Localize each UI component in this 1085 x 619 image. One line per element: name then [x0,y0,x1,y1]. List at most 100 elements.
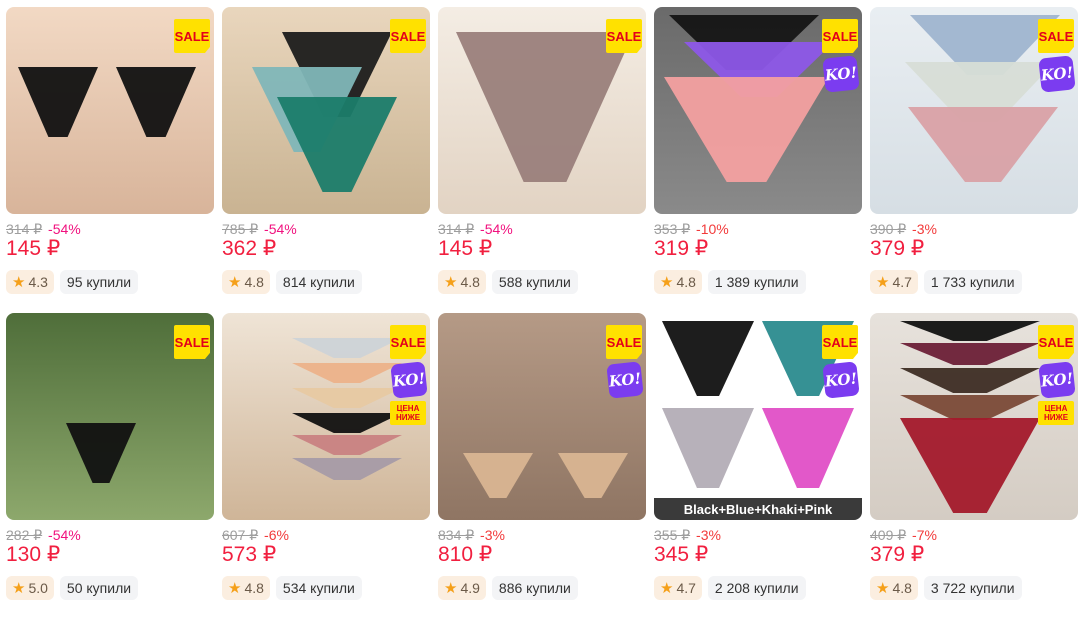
badge-stack: SALE [174,19,210,53]
rating-value: 4.7 [676,580,696,596]
star-icon: ★ [444,580,458,597]
product-card[interactable]: SALE KO! 390 ₽ -3% 379 ₽ ★ 4.7 1 733 купи… [870,7,1078,313]
old-price: 355 ₽ [654,527,691,543]
discount-percent: -3% [696,527,721,543]
rating-value: 4.8 [460,274,480,290]
current-price: 379 ₽ [870,543,925,566]
sale-badge: SALE [1038,325,1074,359]
meta-row: ★ 4.3 95 купили [6,269,214,295]
sale-badge: SALE [822,325,858,359]
sale-badge: SALE [1038,19,1074,53]
discount-percent: -6% [264,527,289,543]
purchases-count: 3 722 купили [923,576,1022,600]
discount-percent: -3% [912,221,937,237]
product-image[interactable]: SALE KO! Black+Blue+Khaki+Pink [654,313,862,520]
current-price: 145 ₽ [6,237,61,260]
discount-percent: -54% [264,221,297,237]
rating-badge: ★ 4.3 [6,270,54,294]
old-price: 390 ₽ [870,221,907,237]
rating-value: 4.8 [244,274,264,290]
product-image[interactable]: SALE KO! ЦЕНА НИЖЕ [222,313,430,520]
star-icon: ★ [660,274,674,291]
badge-stack: SALE KO! ЦЕНА НИЖЕ [1038,325,1076,425]
star-icon: ★ [12,580,26,597]
old-price-row: 314 ₽ -54% [438,221,646,237]
product-image[interactable]: SALE KO! [870,7,1078,214]
purchases-count: 814 купили [275,270,362,294]
purchases-count: 95 купили [59,270,139,294]
product-card[interactable]: SALE KO! 353 ₽ -10% 319 ₽ ★ 4.8 1 389 куп… [654,7,862,313]
product-card[interactable]: SALE KO! ЦЕНА НИЖЕ 607 ₽ -6% 573 ₽ ★ 4.8 5… [222,313,430,619]
product-image[interactable]: SALE [6,313,214,520]
old-price: 409 ₽ [870,527,907,543]
meta-row: ★ 5.0 50 купили [6,575,214,601]
product-image[interactable]: SALE [6,7,214,214]
price-lower-badge: ЦЕНА НИЖЕ [390,401,426,425]
product-image[interactable]: SALE [438,7,646,214]
rating-value: 4.8 [676,274,696,290]
old-price: 314 ₽ [438,221,475,237]
discount-percent: -10% [696,221,729,237]
rating-badge: ★ 5.0 [6,576,54,600]
product-card[interactable]: SALE KO! 834 ₽ -3% 810 ₽ ★ 4.9 886 купили [438,313,646,619]
current-price: 130 ₽ [6,543,61,566]
product-image[interactable]: SALE KO! [654,7,862,214]
rating-badge: ★ 4.8 [870,576,918,600]
meta-row: ★ 4.8 1 389 купили [654,269,862,295]
product-card[interactable]: SALE 314 ₽ -54% 145 ₽ ★ 4.8 588 купили [438,7,646,313]
product-image[interactable]: SALE KO! ЦЕНА НИЖЕ [870,313,1078,520]
sale-badge: SALE [174,325,210,359]
rating-value: 4.8 [892,580,912,596]
product-card[interactable]: SALE 282 ₽ -54% 130 ₽ ★ 5.0 50 купили [6,313,214,619]
rating-value: 4.3 [28,274,48,290]
star-icon: ★ [876,580,890,597]
badge-stack: SALE KO! [1038,19,1076,93]
purchases-count: 886 купили [491,576,578,600]
meta-row: ★ 4.7 2 208 купили [654,575,862,601]
sale-badge: SALE [606,325,642,359]
discount-percent: -7% [912,527,937,543]
ko-badge: KO! [606,361,644,399]
old-price: 607 ₽ [222,527,259,543]
current-price: 362 ₽ [222,237,277,260]
rating-badge: ★ 4.8 [654,270,702,294]
product-card[interactable]: SALE 314 ₽ -54% 145 ₽ ★ 4.3 95 купили [6,7,214,313]
old-price: 353 ₽ [654,221,691,237]
sale-badge: SALE [390,19,426,53]
current-price: 379 ₽ [870,237,925,260]
old-price: 314 ₽ [6,221,43,237]
star-icon: ★ [228,274,242,291]
meta-row: ★ 4.9 886 купили [438,575,646,601]
purchases-count: 50 купили [59,576,139,600]
star-icon: ★ [444,274,458,291]
product-card[interactable]: SALE 785 ₽ -54% 362 ₽ ★ 4.8 814 купили [222,7,430,313]
old-price-row: 785 ₽ -54% [222,221,430,237]
rating-badge: ★ 4.9 [438,576,486,600]
star-icon: ★ [12,274,26,291]
meta-row: ★ 4.8 588 купили [438,269,646,295]
product-card[interactable]: SALE KO! Black+Blue+Khaki+Pink 355 ₽ -3% … [654,313,862,619]
current-price: 810 ₽ [438,543,493,566]
product-image[interactable]: SALE KO! [438,313,646,520]
star-icon: ★ [876,274,890,291]
rating-badge: ★ 4.8 [222,576,270,600]
ko-badge: KO! [390,361,428,399]
rating-value: 4.9 [460,580,480,596]
rating-badge: ★ 4.7 [654,576,702,600]
badge-stack: SALE KO! ЦЕНА НИЖЕ [390,325,428,425]
old-price-row: 607 ₽ -6% [222,527,430,543]
purchases-count: 534 купили [275,576,362,600]
meta-row: ★ 4.8 814 купили [222,269,430,295]
ko-badge: KO! [1038,361,1076,399]
product-card[interactable]: SALE KO! ЦЕНА НИЖЕ 409 ₽ -7% 379 ₽ ★ 4.8 3… [870,313,1078,619]
rating-badge: ★ 4.7 [870,270,918,294]
purchases-count: 1 733 купили [923,270,1022,294]
badge-stack: SALE KO! [606,325,644,399]
badge-stack: SALE KO! [822,19,860,93]
ko-badge: KO! [1038,55,1076,93]
product-image[interactable]: SALE [222,7,430,214]
old-price-row: 834 ₽ -3% [438,527,646,543]
rating-badge: ★ 4.8 [222,270,270,294]
old-price-row: 409 ₽ -7% [870,527,1078,543]
old-price: 785 ₽ [222,221,259,237]
